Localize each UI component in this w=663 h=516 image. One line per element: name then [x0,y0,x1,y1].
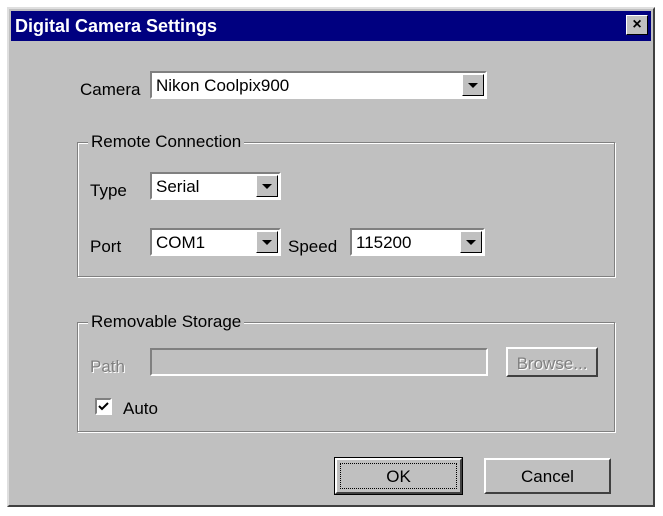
speed-label: Speed [288,237,338,256]
check-icon [98,402,109,411]
type-select-value: Serial [156,177,200,196]
auto-label[interactable]: Auto [123,399,158,419]
camera-select[interactable]: Nikon Coolpix900 [150,71,487,99]
chevron-down-icon[interactable] [462,74,484,96]
remote-connection-legend: Remote Connection [88,132,245,152]
path-field [150,348,488,376]
path-label: Path [90,357,125,376]
removable-storage-legend: Removable Storage [88,312,245,332]
camera-label: Camera [80,80,141,99]
title-bar[interactable]: Digital Camera Settings × [11,11,651,41]
remote-connection-group: Remote Connection [77,132,615,277]
window-title: Digital Camera Settings [15,16,218,36]
cancel-button[interactable]: Cancel [484,458,611,494]
auto-checkbox[interactable] [95,398,112,415]
digital-camera-settings-dialog: Digital Camera Settings × Camera Nikon C… [7,7,655,507]
type-label: Type [90,181,127,200]
port-label: Port [90,237,122,256]
port-select-value: COM1 [156,233,206,252]
chevron-down-icon[interactable] [256,175,278,197]
ok-button-label: OK [386,467,411,486]
port-select[interactable]: COM1 [150,228,281,256]
ok-button[interactable]: OK [334,457,463,495]
close-icon: × [632,16,642,33]
browse-button-label: Browse... [516,354,588,373]
browse-button: Browse... [506,347,598,377]
chevron-down-icon[interactable] [460,231,482,253]
speed-select[interactable]: 115200 [350,228,485,256]
type-select[interactable]: Serial [150,172,281,200]
close-button[interactable]: × [626,15,648,35]
cancel-button-label: Cancel [521,467,574,486]
chevron-down-icon[interactable] [256,231,278,253]
camera-select-value: Nikon Coolpix900 [156,76,290,95]
speed-select-value: 115200 [356,233,412,252]
